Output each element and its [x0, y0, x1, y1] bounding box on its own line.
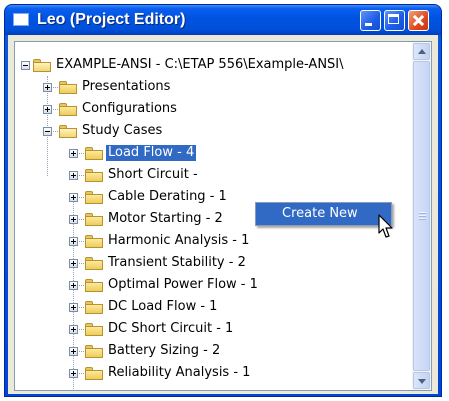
collapse-icon[interactable] [43, 127, 52, 136]
folder-icon [59, 81, 77, 94]
folder-icon [85, 279, 103, 292]
folder-open-icon [59, 125, 77, 138]
project-tree[interactable]: EXAMPLE-ANSI - C:\ETAP 556\Example-ANSI\… [14, 41, 432, 391]
folder-icon [85, 367, 103, 380]
tree-node-label: Optimal Power Flow - 1 [108, 277, 258, 292]
folder-part [85, 348, 103, 358]
expand-icon[interactable] [43, 83, 52, 92]
close-button[interactable] [408, 10, 429, 31]
tree-node-transient-stability[interactable]: Transient Stability - 2 [15, 252, 405, 274]
tree-node-study-cases[interactable]: Study Cases [15, 120, 405, 142]
scrollbar-thumb[interactable] [413, 61, 430, 371]
context-menu-item-create-new[interactable]: Create New [282, 206, 358, 221]
tree-node-label: DC Short Circuit - 1 [108, 321, 234, 336]
expand-icon[interactable] [69, 237, 78, 246]
folder-icon [85, 345, 103, 358]
tree-node-presentations[interactable]: Presentations [15, 76, 405, 98]
mouse-cursor-icon [378, 214, 393, 238]
expand-icon[interactable] [69, 325, 78, 334]
tree-node-configurations[interactable]: Configurations [15, 98, 405, 120]
folder-icon [85, 301, 103, 314]
folder-part [85, 194, 103, 204]
tree-node-dc-short-circuit[interactable]: DC Short Circuit - 1 [15, 318, 405, 340]
tree-node-label: EXAMPLE-ANSI - C:\ETAP 556\Example-ANSI\ [56, 57, 344, 72]
folder-icon [85, 257, 103, 270]
tree-node-battery-sizing[interactable]: Battery Sizing - 2 [15, 340, 405, 362]
grip-icon [419, 212, 426, 214]
tree-node-optimal-power-flow[interactable]: Optimal Power Flow - 1 [15, 274, 405, 296]
tree-node-reliability-analysis[interactable]: Reliability Analysis - 1 [15, 362, 405, 384]
tree-node-harmonic-analysis[interactable]: Harmonic Analysis - 1 [15, 230, 405, 252]
scroll-up-button[interactable] [413, 43, 430, 60]
tree-content: EXAMPLE-ANSI - C:\ETAP 556\Example-ANSI\… [15, 42, 412, 390]
expand-icon[interactable] [69, 259, 78, 268]
tree-node-label: Load Flow - 4 [106, 145, 197, 161]
tree-node-label: Presentations [82, 79, 171, 94]
folder-icon [85, 323, 103, 336]
minimize-button[interactable] [360, 10, 381, 31]
folder-part [85, 216, 103, 226]
expand-icon[interactable] [69, 171, 78, 180]
folder-part [33, 62, 51, 72]
tree-node-label: Configurations [82, 101, 177, 116]
folder-icon [85, 169, 103, 182]
folder-part [59, 106, 77, 116]
folder-icon [85, 235, 103, 248]
title-bar[interactable]: Leo (Project Editor) [5, 5, 441, 35]
expand-icon[interactable] [69, 215, 78, 224]
folder-part [59, 84, 77, 94]
folder-icon [59, 103, 77, 116]
scroll-down-button[interactable] [413, 372, 430, 389]
tree-node-label: Motor Starting - 2 [108, 211, 223, 226]
folder-part [85, 304, 103, 314]
arrow-up-icon [418, 49, 426, 54]
window-client-area: EXAMPLE-ANSI - C:\ETAP 556\Example-ANSI\… [8, 35, 438, 394]
tree-node-label: Short Circuit - [108, 167, 198, 182]
folder-icon [85, 191, 103, 204]
tree-node-root[interactable]: EXAMPLE-ANSI - C:\ETAP 556\Example-ANSI\ [15, 54, 405, 76]
expand-icon[interactable] [69, 369, 78, 378]
tree-node-label: Study Cases [82, 123, 163, 138]
expand-icon[interactable] [69, 193, 78, 202]
expand-icon[interactable] [43, 105, 52, 114]
tree-node-label: Harmonic Analysis - 1 [108, 233, 250, 248]
grip-icon [419, 215, 426, 217]
expand-icon[interactable] [69, 303, 78, 312]
grip-icon [419, 218, 426, 220]
folder-part [85, 260, 103, 270]
tree-node-dc-load-flow[interactable]: DC Load Flow - 1 [15, 296, 405, 318]
folder-icon [85, 147, 103, 160]
maximize-button[interactable] [384, 10, 405, 31]
window-icon [13, 13, 29, 26]
expand-icon[interactable] [69, 281, 78, 290]
folder-part [59, 128, 77, 138]
tree-node-load-flow[interactable]: Load Flow - 4 [15, 142, 405, 164]
folder-part [85, 150, 103, 160]
tree-node-label: Battery Sizing - 2 [108, 343, 221, 358]
folder-part [85, 326, 103, 336]
folder-part [85, 370, 103, 380]
tree-node-label: DC Load Flow - 1 [108, 299, 218, 314]
folder-part [85, 238, 103, 248]
folder-part [85, 172, 103, 182]
expand-icon[interactable] [69, 149, 78, 158]
tree-node-label: Cable Derating - 1 [108, 189, 227, 204]
tree-node-label: Reliability Analysis - 1 [108, 365, 251, 380]
window-title: Leo (Project Editor) [37, 11, 186, 28]
expand-icon[interactable] [69, 347, 78, 356]
folder-icon [85, 213, 103, 226]
arrow-down-icon [418, 379, 426, 384]
folder-part [85, 282, 103, 292]
collapse-icon[interactable] [21, 61, 30, 70]
project-editor-window: Leo (Project Editor) EXAMPLE-ANSI - C:\E… [4, 4, 442, 397]
tree-node-label: Transient Stability - 2 [108, 255, 246, 270]
context-menu: Create New [255, 202, 392, 226]
vertical-scrollbar[interactable] [412, 42, 431, 390]
folder-open-icon [33, 59, 51, 72]
tree-node-short-circuit[interactable]: Short Circuit - [15, 164, 405, 186]
